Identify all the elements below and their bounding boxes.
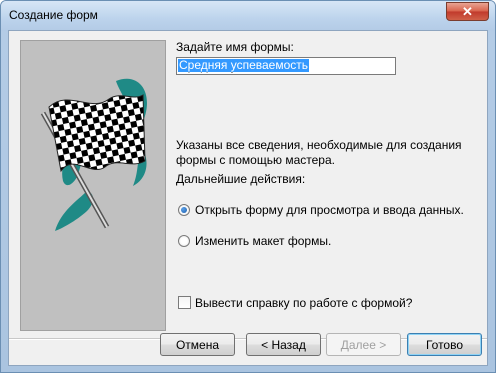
cancel-button[interactable]: Отмена: [160, 333, 235, 356]
info-line-1: Указаны все сведения, необходимые для со…: [176, 138, 462, 152]
window-title: Создание форм: [9, 8, 98, 22]
wizard-window: Создание форм ✕ Задайте имя формы: Средн…: [0, 0, 496, 373]
close-button[interactable]: ✕: [446, 2, 489, 21]
wizard-body: Задайте имя формы: Средняя успеваемость …: [8, 30, 488, 366]
title-bar[interactable]: Создание форм ✕: [1, 1, 495, 31]
next-button[interactable]: Далее >: [326, 333, 401, 356]
modify-layout-label[interactable]: Изменить макет формы.: [195, 234, 331, 248]
next-actions-label: Дальнейшие действия:: [176, 172, 306, 186]
form-name-selected-text: Средняя успеваемость: [178, 58, 310, 72]
open-form-label[interactable]: Открыть форму для просмотра и ввода данн…: [195, 203, 464, 217]
checkered-flag-icon: [40, 78, 147, 231]
form-name-label: Задайте имя формы:: [176, 40, 294, 54]
modify-layout-radio[interactable]: [178, 235, 190, 247]
open-form-radio[interactable]: [178, 204, 190, 216]
back-button[interactable]: < Назад: [246, 333, 321, 356]
help-checkbox[interactable]: [178, 296, 191, 309]
info-line-2: формы с помощью мастера.: [176, 153, 335, 167]
close-icon: ✕: [462, 3, 473, 19]
finish-button[interactable]: Готово: [407, 333, 482, 356]
help-checkbox-label[interactable]: Вывести справку по работе с формой?: [195, 296, 412, 310]
wizard-picture: [20, 40, 166, 331]
